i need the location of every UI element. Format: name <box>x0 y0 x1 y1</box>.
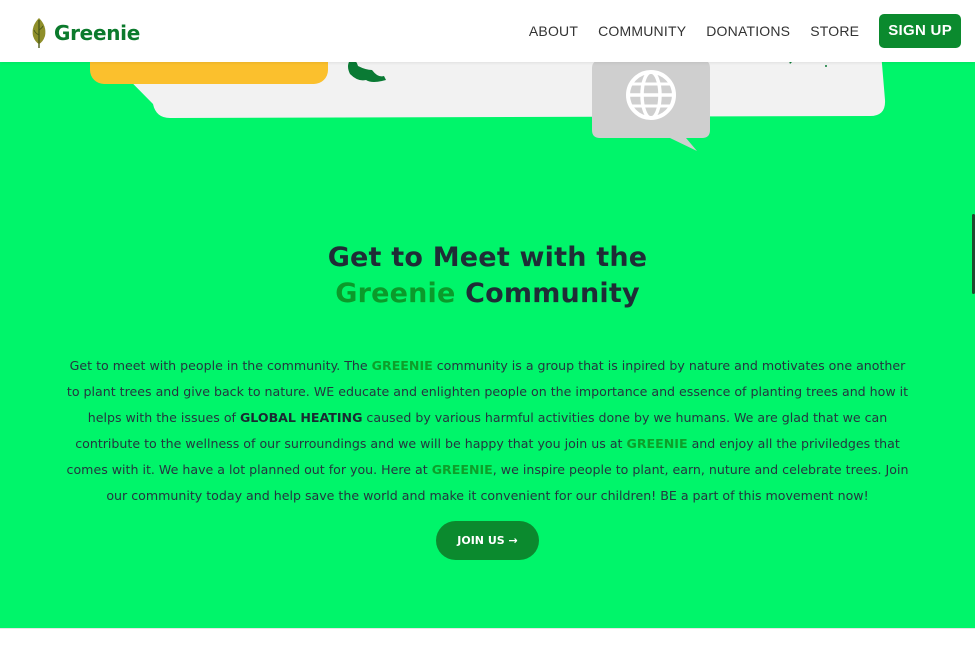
next-section-edge <box>0 628 975 652</box>
desc-global-heating: GLOBAL HEATING <box>239 410 363 425</box>
globe-chat-icon <box>592 60 710 151</box>
logo[interactable]: Greenie <box>30 16 140 50</box>
desc-brand-1: GREENIE <box>371 358 433 373</box>
community-description: Get to meet with people in the community… <box>64 353 911 509</box>
section-heading: Get to Meet with the Greenie Community <box>0 240 975 312</box>
nav-donations[interactable]: DONATIONS <box>706 14 790 48</box>
heading-line-2: Greenie Community <box>0 276 975 312</box>
desc-text-1: Get to meet with people in the community… <box>69 358 372 373</box>
heading-line-1: Get to Meet with the <box>327 242 648 273</box>
desc-brand-3: GREENIE <box>431 462 493 477</box>
logo-text: Greenie <box>54 21 140 45</box>
heading-highlight: Greenie <box>335 278 456 309</box>
sign-up-button[interactable]: SIGN UP <box>879 14 961 48</box>
leaf-logo-icon <box>32 18 46 48</box>
main-nav: ABOUT COMMUNITY DONATIONS STORE SIGN UP <box>529 14 961 48</box>
desc-brand-2: GREENIE <box>626 436 688 451</box>
nav-store[interactable]: STORE <box>810 14 859 48</box>
heading-rest: Community <box>455 278 640 309</box>
nav-about[interactable]: ABOUT <box>529 14 578 48</box>
join-us-button[interactable]: JOIN US → <box>436 521 539 560</box>
site-header: Greenie ABOUT COMMUNITY DONATIONS STORE … <box>0 0 975 62</box>
nav-community[interactable]: COMMUNITY <box>598 14 686 48</box>
page-background: Get to Meet with the Greenie Community G… <box>0 0 975 628</box>
